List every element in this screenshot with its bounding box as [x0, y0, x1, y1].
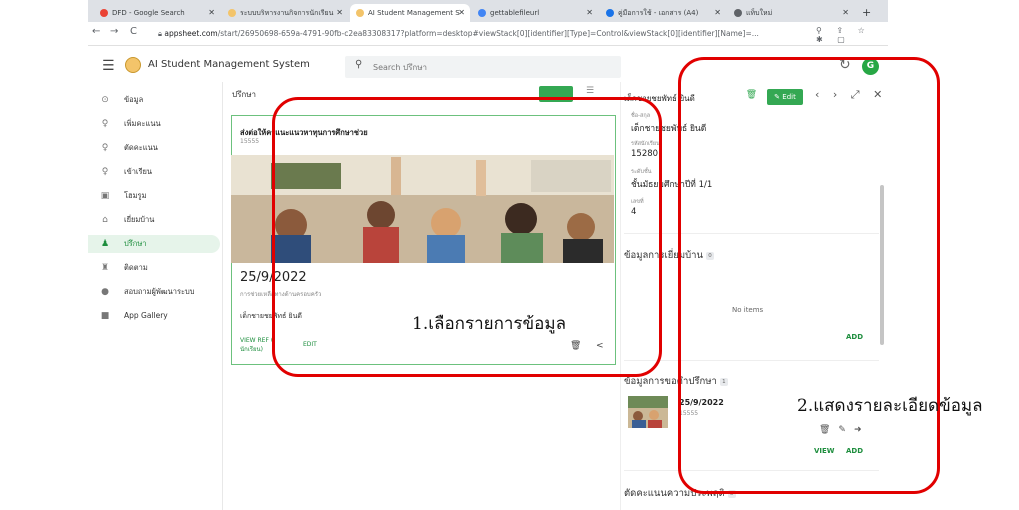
- counsel-thumbnail: [628, 396, 668, 428]
- sidebar-item-label: เพิ่มคะแนน: [124, 119, 161, 128]
- home-visit-icon: ⌂: [102, 215, 108, 225]
- sidebar: ⊙ ข้อมูล ♀ เพิ่มคะแนน ♀ ตัดคะแนน ♀ เข้าเรียน ▣ โฮ…: [88, 85, 222, 510]
- person-check-icon: ♀: [101, 167, 109, 177]
- close-icon[interactable]: ✕: [714, 4, 721, 22]
- filter-icon[interactable]: ☰: [586, 86, 594, 96]
- close-icon[interactable]: ✕: [336, 4, 343, 22]
- sidebar-item[interactable]: ♟ ปรึกษา: [88, 235, 220, 253]
- close-icon[interactable]: ✕: [586, 4, 593, 22]
- person-circle-icon: ⊙: [101, 95, 109, 105]
- close-icon[interactable]: ✕: [842, 4, 849, 22]
- chrome-icon: [734, 9, 742, 17]
- sidebar-item-label: ตัดคะแนน: [124, 143, 158, 152]
- sidebar-item-label: ปรึกษา: [124, 239, 147, 248]
- google-icon: [100, 9, 108, 17]
- browser-tab[interactable]: แท็บใหม่ ✕: [728, 4, 854, 22]
- close-icon[interactable]: ✕: [458, 4, 465, 22]
- browser-tab-active[interactable]: AI Student Management S ✕: [350, 4, 470, 22]
- sidebar-item-label: เข้าเรียน: [124, 167, 153, 176]
- browser-tab[interactable]: ระบบบริหารงานกิจการนักเรียน ✕: [222, 4, 348, 22]
- follow-icon: ♜: [100, 263, 110, 273]
- app-title: AI Student Management System: [148, 59, 310, 70]
- card-subtitle: 15555: [240, 138, 260, 145]
- sidebar-item-label: โฮมรูม: [124, 191, 147, 200]
- search-input[interactable]: ⚲ Search ปรึกษา: [345, 56, 621, 78]
- browser-toolbar-icons[interactable]: ⚲ ⇪ ☆ ✱ ▢: [816, 26, 888, 44]
- sidebar-item-label: เยี่ยมบ้าน: [124, 215, 155, 224]
- info-icon: ●: [101, 287, 109, 297]
- person-remove-icon: ♀: [101, 143, 109, 153]
- browser-tab[interactable]: คู่มือการใช้ - เอกสาร (A4) ✕: [600, 4, 726, 22]
- sidebar-item-label: App Gallery: [124, 311, 168, 320]
- divider: [222, 82, 223, 510]
- reload-icon[interactable]: C: [130, 26, 137, 37]
- sidebar-item[interactable]: ♀ ตัดคะแนน: [88, 139, 220, 157]
- sidebar-item[interactable]: ♀ เพิ่มคะแนน: [88, 115, 220, 133]
- sidebar-item[interactable]: ♜ ติดตาม: [88, 259, 220, 277]
- forward-icon[interactable]: →: [110, 26, 118, 37]
- sidebar-item[interactable]: ♀ เข้าเรียน: [88, 163, 220, 181]
- sidebar-item[interactable]: ▣ โฮมรูม: [88, 187, 220, 205]
- sidebar-item-label: ติดตาม: [124, 263, 148, 272]
- sidebar-item[interactable]: ■ App Gallery: [88, 307, 220, 325]
- appsheet-icon: [356, 9, 364, 17]
- docs-icon: [606, 9, 614, 17]
- list-header: ปรึกษา: [232, 90, 256, 99]
- close-icon[interactable]: ✕: [208, 4, 215, 22]
- browser-tab-strip: DFD - Google Search ✕ ระบบบริหารงานกิจการ…: [88, 0, 888, 22]
- classroom-icon: ▣: [100, 191, 110, 201]
- sidebar-item[interactable]: ⊙ ข้อมูล: [88, 91, 220, 109]
- docs-icon: [478, 9, 486, 17]
- sidebar-item[interactable]: ● สอบถามผู้พัฒนาระบบ: [88, 283, 220, 301]
- sidebar-item[interactable]: ⌂ เยี่ยมบ้าน: [88, 211, 220, 229]
- appsheet-icon: [228, 9, 236, 17]
- url-field[interactable]: 🔒︎ appsheet.com/start/26950698-659a-4791…: [158, 25, 808, 43]
- menu-icon[interactable]: ☰: [102, 58, 115, 74]
- counsel-icon: ♟: [100, 239, 110, 249]
- address-bar: ← → C 🔒︎ appsheet.com/start/26950698-659…: [88, 22, 888, 46]
- app-logo: [125, 57, 141, 73]
- annotation-step2: 2.แสดงรายละเอียดข้อมูล: [797, 396, 983, 416]
- annotation-step1: 1.เลือกรายการข้อมูล: [412, 314, 567, 334]
- sidebar-item-label: สอบถามผู้พัฒนาระบบ: [124, 287, 195, 296]
- new-tab-button[interactable]: +: [858, 4, 878, 22]
- search-icon: ⚲: [355, 59, 363, 70]
- person-add-icon: ♀: [101, 119, 109, 129]
- grid-icon: ■: [100, 311, 110, 321]
- sidebar-item-label: ข้อมูล: [124, 95, 144, 104]
- browser-tab[interactable]: gettablefileurl ✕: [472, 4, 598, 22]
- view-ref-link[interactable]: VIEW REF ( นักเรียน): [240, 336, 273, 354]
- back-icon[interactable]: ←: [92, 26, 100, 37]
- browser-tab[interactable]: DFD - Google Search ✕: [94, 4, 220, 22]
- annotation-box-step2: [678, 57, 940, 494]
